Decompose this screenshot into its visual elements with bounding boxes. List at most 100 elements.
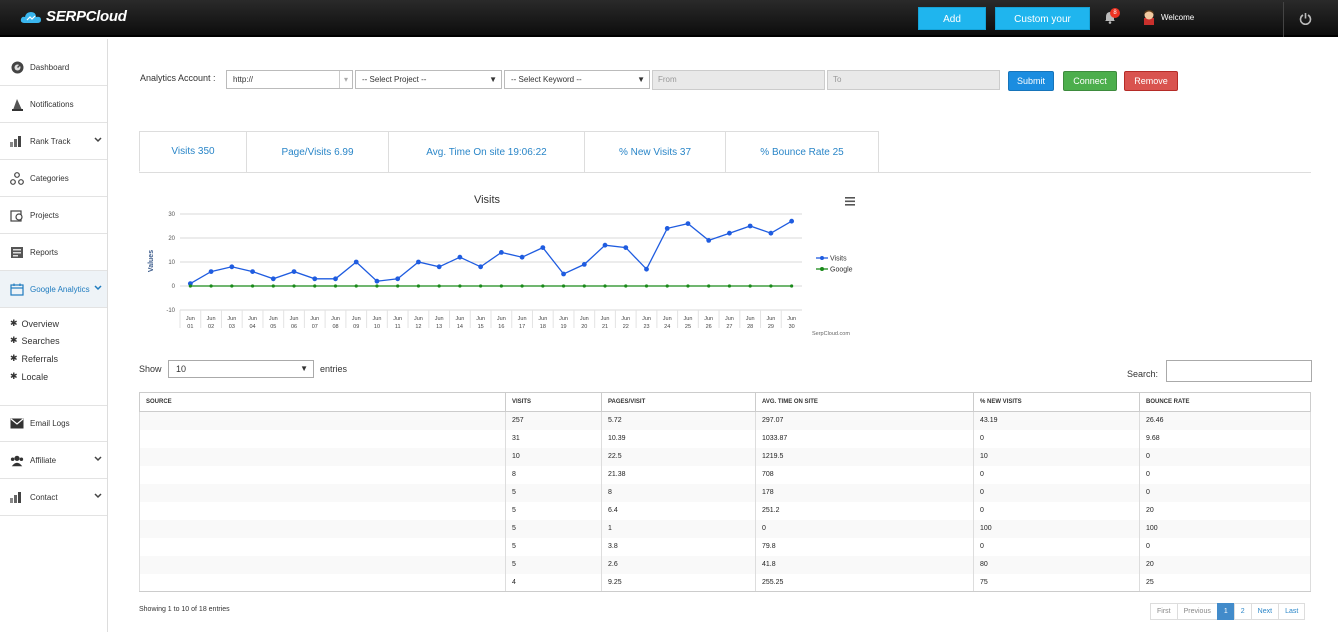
submenu-overview[interactable]: ✱ Overview — [10, 318, 59, 329]
data-point[interactable] — [748, 284, 752, 288]
data-point[interactable] — [561, 271, 566, 277]
next-page-button[interactable]: Next — [1250, 603, 1280, 620]
data-point[interactable] — [353, 259, 359, 265]
date-from-input[interactable]: From — [652, 70, 825, 90]
data-point[interactable] — [333, 284, 338, 288]
analytics-account-select[interactable]: http:// ▾ — [226, 70, 353, 89]
col-visits[interactable]: Visits — [505, 392, 602, 412]
data-point[interactable] — [457, 254, 463, 260]
legend-label[interactable]: Google — [830, 267, 853, 274]
data-point[interactable] — [458, 284, 462, 288]
submenu-locale[interactable]: ✱ Locale — [10, 371, 48, 382]
data-point[interactable] — [291, 269, 297, 274]
sidebar-item-google-analytics[interactable]: Google Analytics — [0, 271, 107, 308]
user-menu[interactable]: Welcome — [1142, 9, 1194, 25]
data-point[interactable] — [250, 269, 255, 274]
submit-button[interactable]: Submit — [1008, 71, 1054, 91]
page-1-button[interactable]: 1 — [1216, 603, 1235, 620]
data-point[interactable] — [436, 264, 442, 270]
project-select[interactable]: -- Select Project -- ▼ — [355, 70, 502, 89]
sidebar-item-contact[interactable]: Contact — [0, 479, 107, 516]
data-point[interactable] — [312, 276, 318, 282]
col-avg-time[interactable]: Avg. Time On Site — [755, 392, 974, 412]
sidebar-item-rank-track[interactable]: Rank Track — [0, 123, 107, 160]
data-point[interactable] — [768, 230, 774, 236]
sidebar-item-reports[interactable]: Reports — [0, 234, 107, 271]
data-point[interactable] — [747, 223, 753, 229]
legend-label[interactable]: Visits — [830, 256, 847, 263]
data-point[interactable] — [208, 269, 214, 274]
data-point[interactable] — [727, 230, 732, 236]
data-point[interactable] — [354, 284, 358, 288]
data-point[interactable] — [416, 259, 421, 265]
data-point[interactable] — [271, 284, 275, 288]
sidebar-item-categories[interactable]: Categories — [0, 160, 107, 197]
data-point[interactable] — [396, 284, 400, 288]
tab-visits[interactable]: Visits 350 — [139, 131, 247, 172]
data-point[interactable] — [230, 284, 234, 288]
brand-logo[interactable]: SERPCloud — [20, 8, 127, 25]
data-point[interactable] — [520, 284, 524, 288]
connect-button[interactable]: Connect — [1063, 71, 1117, 91]
sidebar-item-projects[interactable]: Projects — [0, 197, 107, 234]
sidebar-item-affiliate[interactable]: Affiliate — [0, 442, 107, 479]
data-point[interactable] — [581, 262, 587, 267]
data-point[interactable] — [498, 250, 504, 255]
data-point[interactable] — [270, 276, 276, 282]
data-point[interactable] — [727, 284, 732, 288]
data-point[interactable] — [188, 284, 192, 288]
data-point[interactable] — [789, 218, 795, 224]
data-point[interactable] — [582, 284, 586, 288]
sidebar-item-notifications[interactable]: Notifications — [0, 86, 107, 123]
data-point[interactable] — [478, 264, 484, 270]
data-point[interactable] — [664, 226, 670, 231]
data-point[interactable] — [479, 284, 483, 288]
last-page-button[interactable]: Last — [1278, 603, 1306, 620]
submenu-searches[interactable]: ✱ Searches — [10, 335, 60, 346]
sidebar-item-dashboard[interactable]: Dashboard — [0, 49, 107, 86]
first-page-button[interactable]: First — [1150, 603, 1178, 620]
data-point[interactable] — [209, 284, 213, 288]
data-point[interactable] — [313, 284, 317, 288]
data-point[interactable] — [623, 245, 629, 250]
data-point[interactable] — [790, 284, 794, 288]
data-point[interactable] — [686, 284, 690, 288]
col-new-visits[interactable]: % New Visits — [973, 392, 1140, 412]
data-point[interactable] — [665, 284, 669, 288]
custom-plan-button[interactable]: Custom your plan — [995, 7, 1090, 48]
sidebar-item-email-logs[interactable]: Email Logs — [0, 405, 107, 442]
data-point[interactable] — [437, 284, 441, 288]
data-point[interactable] — [561, 284, 566, 288]
data-point[interactable] — [374, 278, 380, 284]
data-point[interactable] — [540, 245, 546, 250]
tab-new-visits[interactable]: % New Visits 37 — [584, 131, 726, 172]
chart-menu-icon[interactable] — [845, 197, 855, 206]
power-icon[interactable] — [1299, 12, 1312, 25]
data-point[interactable] — [250, 284, 255, 288]
page-2-button[interactable]: 2 — [1233, 603, 1252, 620]
tab-avg-time[interactable]: Avg. Time On site 19:06:22 — [388, 131, 585, 172]
data-point[interactable] — [769, 284, 773, 288]
data-point[interactable] — [644, 266, 649, 272]
data-point[interactable] — [375, 284, 379, 288]
keyword-select[interactable]: -- Select Keyword -- ▼ — [504, 70, 650, 89]
data-point[interactable] — [333, 276, 338, 282]
data-point[interactable] — [395, 276, 401, 282]
page-size-select[interactable]: 10 ▼ — [168, 360, 314, 378]
data-point[interactable] — [707, 284, 711, 288]
data-point[interactable] — [416, 284, 421, 288]
search-input[interactable] — [1166, 360, 1312, 382]
col-bounce-rate[interactable]: Bounce Rate — [1139, 392, 1311, 412]
submenu-referrals[interactable]: ✱ Referrals — [10, 353, 58, 364]
remove-button[interactable]: Remove — [1124, 71, 1178, 91]
date-to-input[interactable]: To — [827, 70, 1000, 90]
data-point[interactable] — [292, 284, 296, 288]
data-point[interactable] — [644, 284, 649, 288]
data-point[interactable] — [519, 254, 525, 260]
data-point[interactable] — [499, 284, 503, 288]
data-point[interactable] — [624, 284, 628, 288]
previous-page-button[interactable]: Previous — [1176, 603, 1218, 620]
data-point[interactable] — [685, 221, 691, 226]
tab-bounce-rate[interactable]: % Bounce Rate 25 — [725, 131, 879, 172]
data-point[interactable] — [603, 284, 607, 288]
